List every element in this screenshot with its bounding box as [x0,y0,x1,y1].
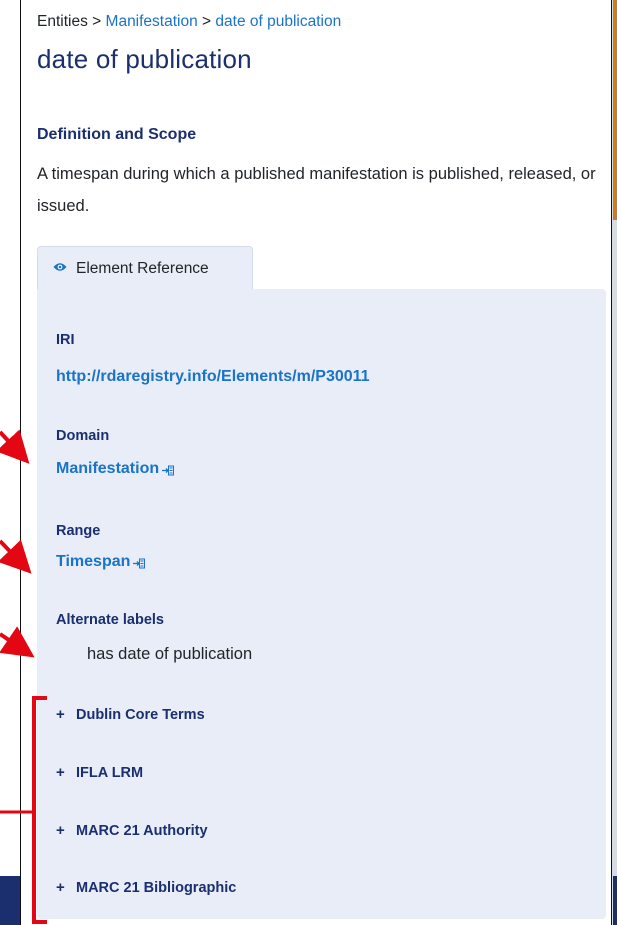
iri-link[interactable]: http://rdaregistry.info/Elements/m/P3001… [56,368,370,386]
range-label: Range [56,523,101,539]
definition-text: A timespan during which a published mani… [37,165,596,215]
alternate-label-value: has date of publication [87,645,253,663]
page-title: date of publication [37,44,252,74]
external-link-icon[interactable] [161,465,175,476]
background-footer-right [613,876,617,925]
accordion-marc21-authority[interactable]: + MARC 21 Authority [56,822,208,839]
definition-heading: Definition and Scope [37,126,197,143]
tab-element-reference[interactable]: Element Reference [37,246,253,290]
accordion-dublin-core-terms[interactable]: + Dublin Core Terms [56,706,205,723]
breadcrumb-separator: > [202,13,212,30]
accordion-label: MARC 21 Authority [76,823,208,839]
eye-icon [53,263,67,271]
range-link[interactable]: Timespan [56,553,130,570]
element-reference-panel: IRI http://rdaregistry.info/Elements/m/P… [37,289,606,919]
breadcrumb-link-current[interactable]: date of publication [215,13,341,30]
accordion-ifla-lrm[interactable]: + IFLA LRM [56,764,143,781]
accordion-marc21-bibliographic[interactable]: + MARC 21 Bibliographic [56,879,236,896]
background-accent [613,0,617,220]
breadcrumb-separator: > [92,13,102,30]
content-panel: Entities > Manifestation > date of publi… [20,0,612,925]
tab-label: Element Reference [76,260,209,277]
breadcrumb: Entities > Manifestation > date of publi… [37,13,341,31]
domain-link[interactable]: Manifestation [56,460,159,477]
domain-label: Domain [56,428,110,444]
expand-icon: + [56,764,65,781]
accordion-label: IFLA LRM [76,765,144,781]
alternate-labels-label: Alternate labels [56,612,164,628]
iri-label: IRI [56,332,75,348]
range-link-wrapper: Timespan [56,553,146,571]
breadcrumb-link-manifestation[interactable]: Manifestation [106,13,198,30]
accordion-label: Dublin Core Terms [76,707,205,723]
domain-link-wrapper: Manifestation [56,460,175,478]
expand-icon: + [56,822,65,839]
expand-icon: + [56,879,65,896]
external-link-icon[interactable] [132,558,146,569]
expand-icon: + [56,706,65,723]
accordion-label: MARC 21 Bibliographic [76,880,237,896]
breadcrumb-root: Entities [37,13,88,30]
